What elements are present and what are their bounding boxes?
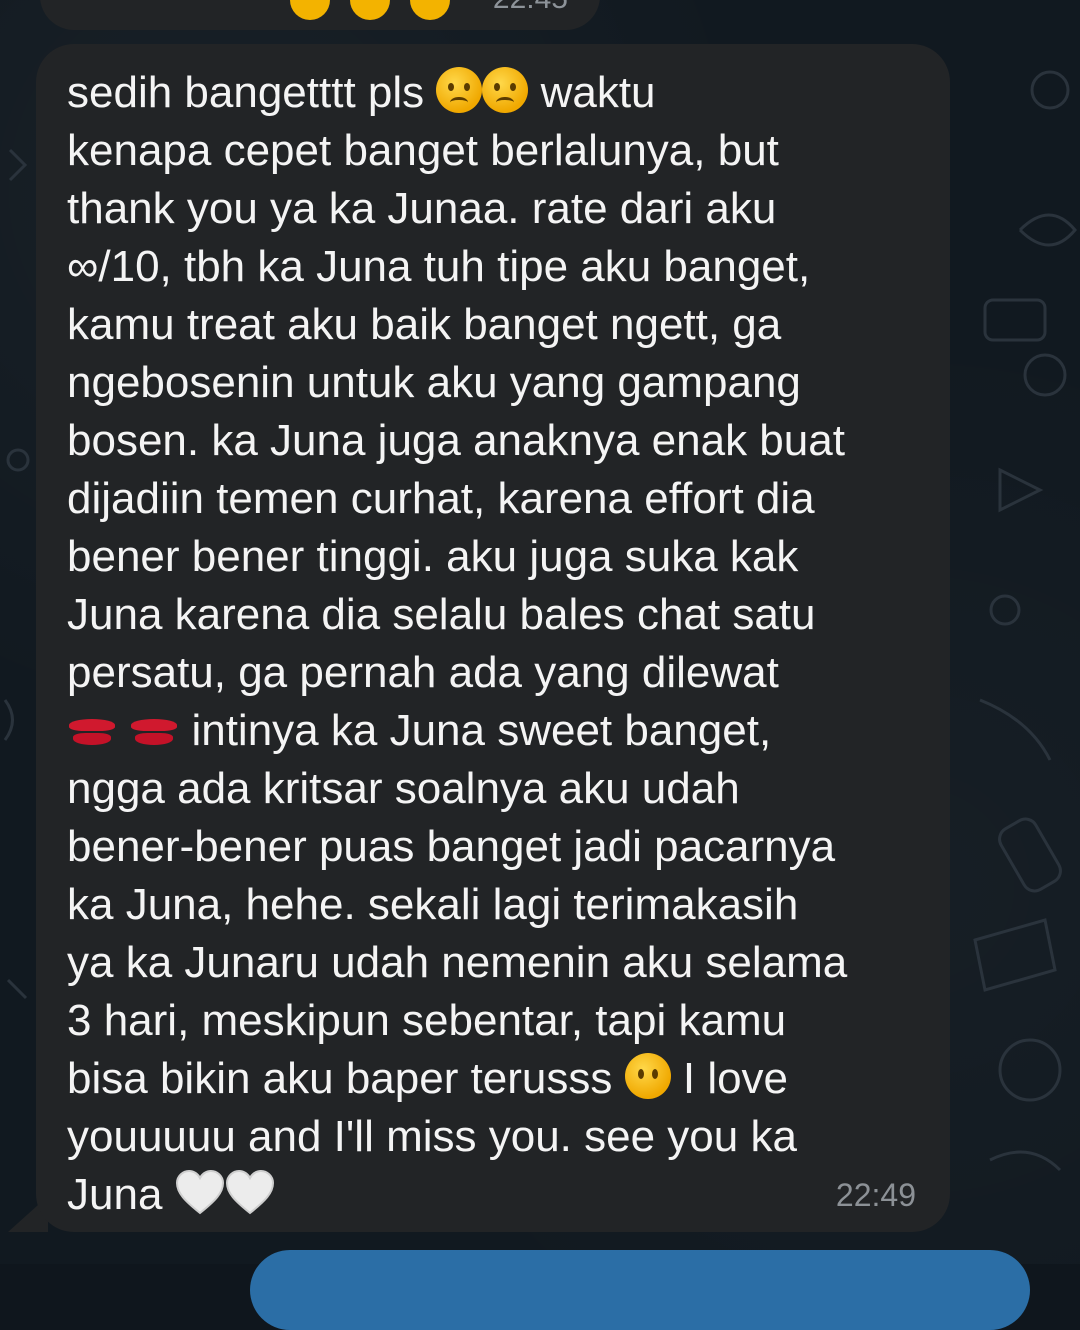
white-heart-icon (225, 1169, 275, 1215)
emoji-icon (290, 0, 330, 20)
message-text-part: intinya ka Juna sweet banget, ngga ada k… (67, 706, 848, 1103)
slightly-frowning-face-icon (436, 67, 483, 113)
white-heart-icon (175, 1169, 225, 1215)
kiss-mark-icon (129, 713, 179, 749)
message-text-part: waktu kenapa cepet banget berlalunya, bu… (67, 68, 845, 697)
emoji-icon (410, 0, 450, 20)
kiss-mark-icon (67, 713, 117, 749)
outgoing-message-bubble[interactable] (250, 1250, 1030, 1330)
message-text: sedih bangetttt pls waktu kenapa cepet b… (67, 64, 917, 1224)
slightly-frowning-face-icon (482, 67, 529, 113)
message-timestamp: 22:49 (835, 1177, 916, 1213)
previous-message-timestamp: 22:45 (493, 0, 568, 16)
face-without-mouth-icon (624, 1053, 671, 1099)
emoji-icon (350, 0, 390, 20)
previous-message-emojis (290, 0, 450, 20)
previous-message-bubble[interactable]: 22:45 (40, 0, 600, 30)
message-text-part: sedih bangetttt pls (67, 68, 437, 117)
